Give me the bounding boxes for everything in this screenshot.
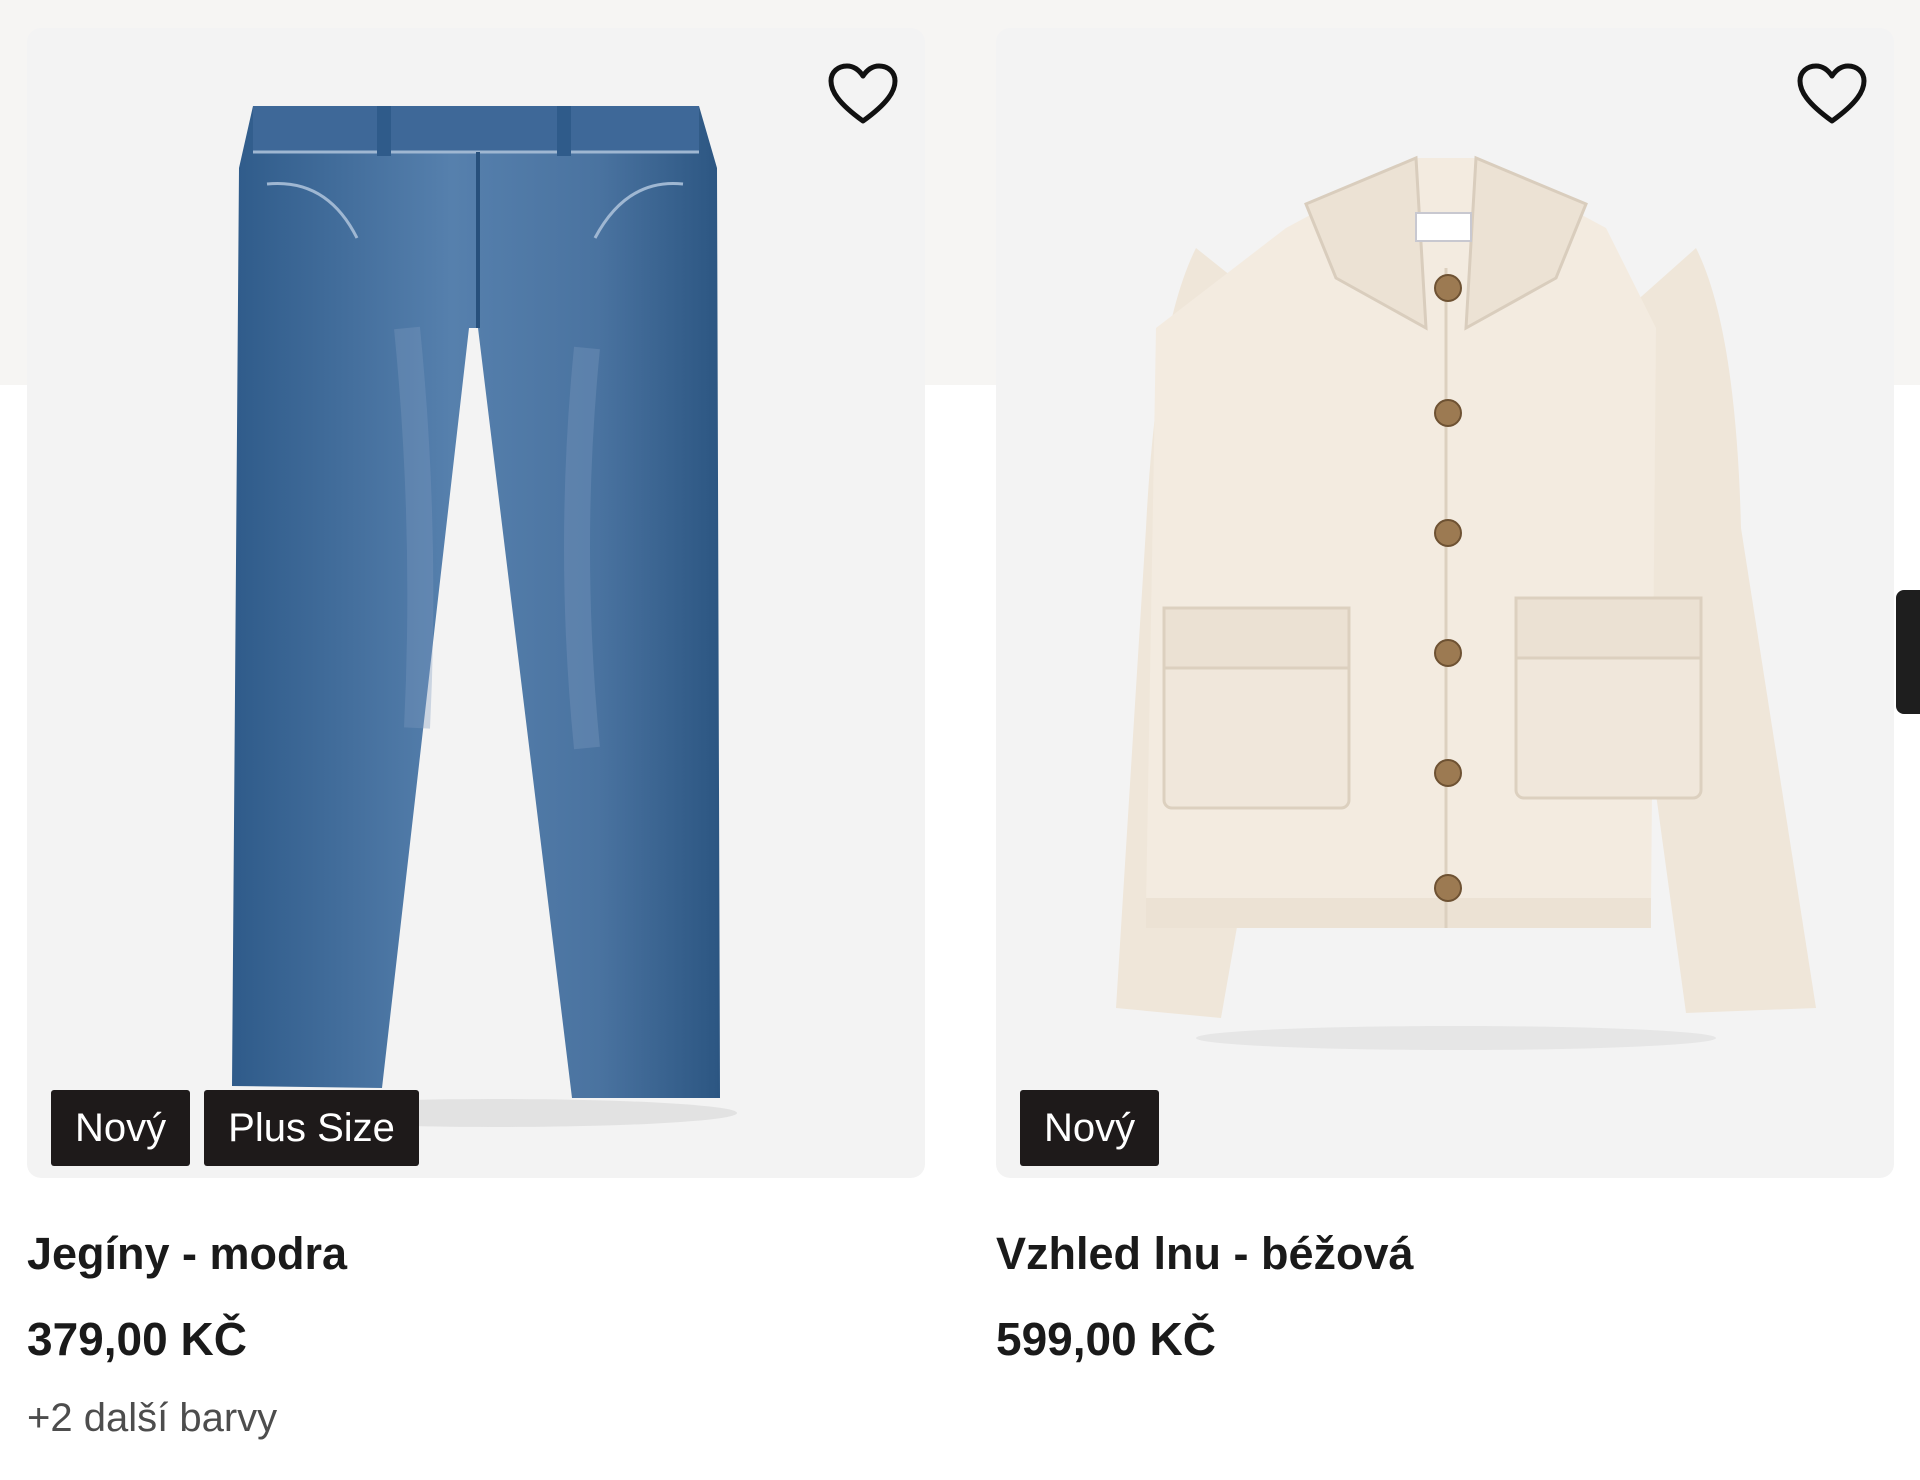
jeans-image xyxy=(232,106,737,1127)
favorite-button[interactable] xyxy=(1794,58,1870,130)
badge-group: Nový Plus Size xyxy=(51,1090,419,1166)
product-price: 379,00 KČ xyxy=(27,1313,247,1365)
product-listing: Nový Plus Size Jegíny - modra 379,00 KČ … xyxy=(0,0,1920,1480)
side-feedback-tab[interactable] xyxy=(1896,590,1920,714)
more-colors-link[interactable]: +2 další barvy xyxy=(27,1396,925,1441)
product-image-area[interactable]: Nový Plus Size xyxy=(27,28,925,1178)
favorite-button[interactable] xyxy=(825,58,901,130)
badge-new: Nový xyxy=(51,1090,191,1166)
product-card[interactable]: Nový Plus Size Jegíny - modra 379,00 KČ … xyxy=(27,28,925,1441)
product-name[interactable]: Vzhled lnu - béžová xyxy=(996,1228,1894,1280)
heart-outline-icon xyxy=(828,63,898,124)
product-card[interactable]: Nový Vzhled lnu - béžová 599,00 KČ xyxy=(996,28,1894,1366)
heart-outline-icon xyxy=(1797,63,1867,124)
product-name[interactable]: Jegíny - modra xyxy=(27,1228,925,1280)
badge-plus-size: Plus Size xyxy=(204,1090,419,1166)
badge-new: Nový xyxy=(1020,1090,1160,1166)
product-image-area[interactable]: Nový xyxy=(996,28,1894,1178)
jacket-image xyxy=(1116,155,1816,1050)
badge-group: Nový xyxy=(1020,1090,1160,1166)
product-price: 599,00 KČ xyxy=(996,1313,1216,1365)
